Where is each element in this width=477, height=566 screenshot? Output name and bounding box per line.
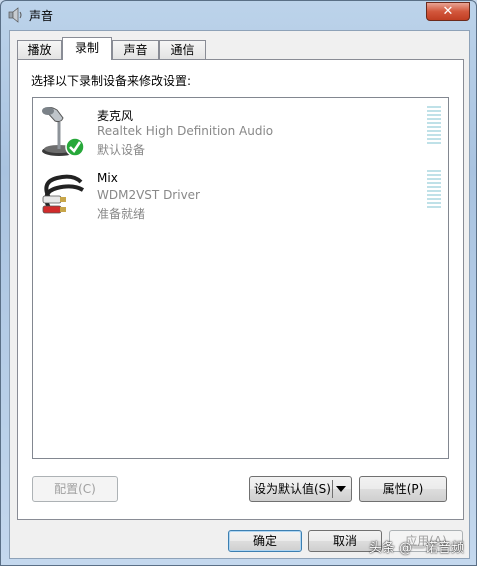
recording-panel: 选择以下录制设备来修改设置: 麦克风 Realtek High Definiti… [17, 59, 464, 520]
title-bar[interactable]: 声音 ✕ [1, 1, 476, 29]
device-description: WDM2VST Driver [97, 188, 200, 202]
instruction-text: 选择以下录制设备来修改设置: [31, 74, 192, 88]
device-description: Realtek High Definition Audio [97, 124, 274, 138]
audio-cable-icon [42, 174, 85, 214]
close-button[interactable]: ✕ [426, 2, 470, 21]
configure-button[interactable]: 配置(C) [32, 476, 118, 502]
level-meter [427, 170, 441, 210]
tab-sounds[interactable]: 声音 [112, 40, 159, 59]
close-icon: ✕ [442, 4, 454, 19]
dialog-body: 播放 录制 声音 通信 选择以下录制设备来修改设置: 麦克风 Realtek H… [9, 30, 470, 559]
microphone-icon [42, 107, 85, 157]
ok-button[interactable]: 确定 [228, 530, 302, 552]
speaker-icon [8, 7, 22, 23]
tab-communications[interactable]: 通信 [159, 40, 206, 59]
sound-dialog: 声音 ✕ 播放 录制 声音 通信 选择以下录制设备来修改设置: 麦克风 Real… [0, 0, 477, 566]
list-item[interactable]: 麦克风 Realtek High Definition Audio 默认设备 [39, 104, 441, 164]
device-name: Mix [97, 171, 118, 185]
level-meter [427, 106, 441, 146]
tab-playback[interactable]: 播放 [17, 40, 62, 59]
watermark-text: 头条 @一诺音频 [368, 541, 464, 556]
set-default-label: 设为默认值(S) [254, 482, 331, 496]
tab-recording[interactable]: 录制 [62, 37, 112, 60]
device-name: 麦克风 [97, 109, 134, 123]
window-title: 声音 [29, 9, 54, 23]
split-divider [332, 480, 333, 498]
set-default-button[interactable]: 设为默认值(S) [249, 476, 352, 502]
device-status: 准备就绪 [97, 207, 146, 221]
chevron-down-icon[interactable] [336, 486, 346, 492]
list-item[interactable]: Mix WDM2VST Driver 准备就绪 [39, 168, 441, 228]
device-status: 默认设备 [97, 143, 146, 157]
device-list[interactable]: 麦克风 Realtek High Definition Audio 默认设备 M… [32, 97, 449, 459]
properties-button[interactable]: 属性(P) [359, 476, 447, 502]
